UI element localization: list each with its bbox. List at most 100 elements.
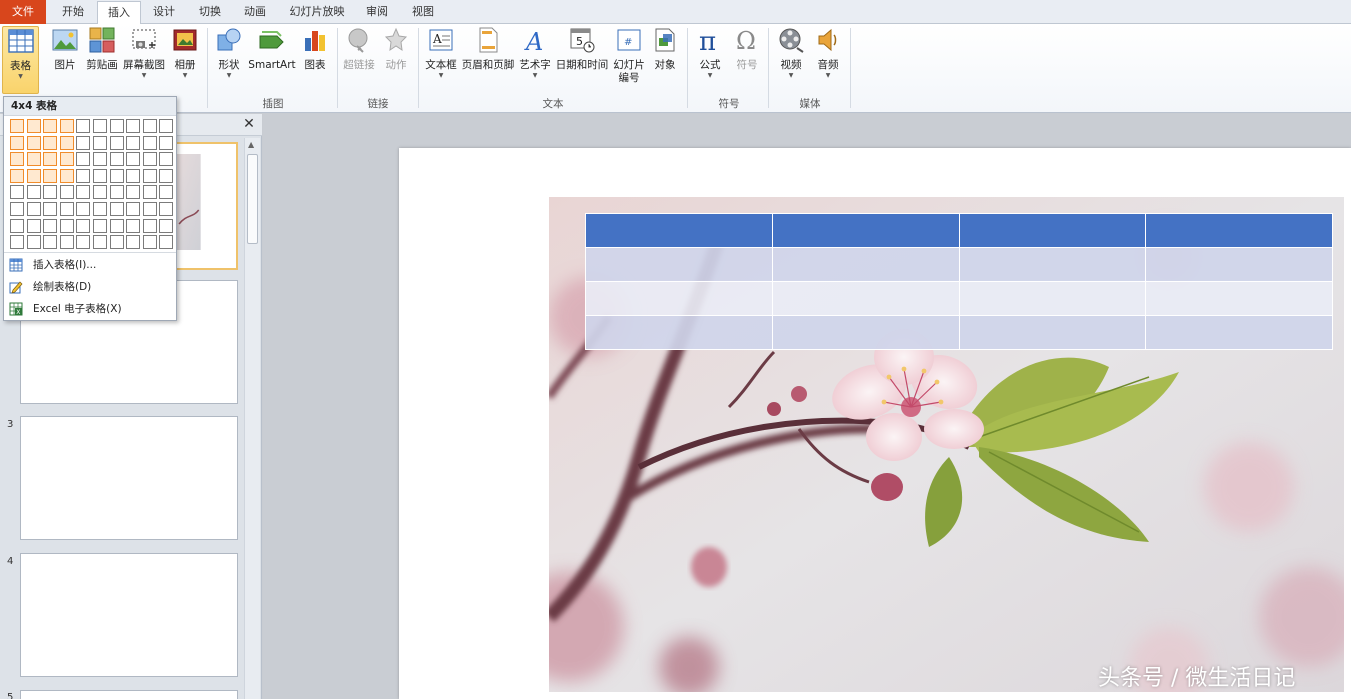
menu-item-insert-table[interactable]: 插入表格(I)... (4, 255, 176, 275)
table-grid-cell[interactable] (59, 202, 74, 216)
table-grid-cell[interactable] (93, 135, 107, 150)
table-grid-cell[interactable] (10, 119, 24, 133)
object-button[interactable]: 对象 (650, 26, 680, 96)
table-grid-cell[interactable] (76, 202, 91, 216)
table-cell[interactable] (585, 315, 773, 350)
table-grid-cell[interactable] (59, 119, 74, 133)
table-grid-cell[interactable] (126, 202, 141, 216)
table-grid-cell[interactable] (10, 152, 24, 167)
table-grid-cell[interactable] (142, 202, 157, 216)
table-cell[interactable] (771, 213, 960, 248)
table-cell[interactable] (1145, 213, 1333, 248)
table-grid-cell[interactable] (59, 168, 74, 183)
slide-number-button[interactable]: # 幻灯片 编号 (611, 26, 647, 96)
table-grid-cell[interactable] (126, 168, 141, 183)
close-icon[interactable]: ✕ (241, 116, 257, 132)
table-grid-cell[interactable] (109, 218, 124, 233)
table-grid-cell[interactable] (26, 218, 41, 233)
table-grid-cell[interactable] (109, 168, 124, 183)
table-cell[interactable] (1145, 281, 1333, 316)
table-grid-cell[interactable] (43, 152, 58, 167)
table-grid-cell[interactable] (159, 202, 174, 216)
table-grid-cell[interactable] (126, 218, 141, 233)
textbox-button[interactable]: A 文本框 ▼ (423, 26, 459, 96)
chart-button[interactable]: 图表 (300, 26, 330, 96)
table-grid-cell[interactable] (126, 135, 141, 150)
table-cell[interactable] (585, 213, 773, 248)
tab-insert[interactable]: 插入 (97, 1, 141, 25)
table-grid-cell[interactable] (159, 135, 174, 150)
table-grid-cell[interactable] (10, 135, 24, 150)
table-grid-cell[interactable] (26, 168, 41, 183)
table-grid-cell[interactable] (10, 235, 24, 250)
table-grid-cell[interactable] (76, 168, 91, 183)
table-grid-cell[interactable] (126, 152, 141, 167)
tab-animations[interactable]: 动画 (233, 1, 277, 24)
symbol-button[interactable]: Ω 符号 (731, 26, 763, 96)
datetime-button[interactable]: 5 日期和时间 (555, 26, 609, 96)
table-grid-cell[interactable] (159, 168, 174, 183)
slide-thumbnail-4[interactable] (20, 553, 238, 677)
table-grid-cell[interactable] (142, 152, 157, 167)
table-cell[interactable] (1145, 315, 1333, 350)
table-grid-cell[interactable] (159, 235, 174, 250)
table-grid-cell[interactable] (76, 185, 91, 200)
table-grid-cell[interactable] (109, 119, 124, 133)
table-cell[interactable] (585, 247, 773, 282)
table-cell[interactable] (771, 281, 960, 316)
table-grid-cell[interactable] (26, 235, 41, 250)
table-grid-cell[interactable] (59, 135, 74, 150)
wordart-button[interactable]: A 艺术字 ▼ (517, 26, 553, 96)
menu-item-draw-table[interactable]: 绘制表格(D) (4, 277, 176, 297)
album-button[interactable]: 相册 ▼ (169, 26, 201, 96)
table-cell[interactable] (1145, 247, 1333, 282)
table-grid-cell[interactable] (159, 152, 174, 167)
slides-scrollbar[interactable]: ▲ (244, 138, 260, 699)
table-grid-cell[interactable] (93, 235, 107, 250)
table-cell[interactable] (958, 213, 1147, 248)
table-grid-cell[interactable] (142, 185, 157, 200)
table-grid-cell[interactable] (76, 119, 91, 133)
menu-item-excel-table[interactable]: X Excel 电子表格(X) (4, 299, 176, 319)
table-grid-cell[interactable] (10, 185, 24, 200)
table-grid-cell[interactable] (10, 202, 24, 216)
table-grid-cell[interactable] (26, 135, 41, 150)
table-grid-cell[interactable] (43, 235, 58, 250)
table-grid-cell[interactable] (142, 135, 157, 150)
table-grid-cell[interactable] (93, 218, 107, 233)
table-grid-cell[interactable] (26, 185, 41, 200)
slide-table[interactable] (585, 213, 1333, 350)
table-grid-cell[interactable] (109, 202, 124, 216)
table-grid-cell[interactable] (142, 168, 157, 183)
table-cell[interactable] (958, 247, 1147, 282)
tab-home[interactable]: 开始 (50, 1, 96, 24)
table-grid-cell[interactable] (142, 218, 157, 233)
table-grid-cell[interactable] (93, 152, 107, 167)
table-grid-cell[interactable] (159, 185, 174, 200)
hyperlink-button[interactable]: 超链接 (342, 26, 376, 96)
table-grid-cell[interactable] (59, 152, 74, 167)
table-grid-cell[interactable] (26, 152, 41, 167)
table-grid-cell[interactable] (159, 218, 174, 233)
table-grid-cell[interactable] (59, 235, 74, 250)
table-grid-cell[interactable] (93, 202, 107, 216)
slide-thumbnail-3[interactable] (20, 416, 238, 540)
table-cell[interactable] (771, 315, 960, 350)
table-grid-cell[interactable] (10, 218, 24, 233)
table-grid-cell[interactable] (43, 119, 58, 133)
tab-slideshow[interactable]: 幻灯片放映 (282, 1, 352, 24)
audio-button[interactable]: 音频 ▼ (812, 26, 844, 96)
table-grid-cell[interactable] (26, 202, 41, 216)
table-grid-cell[interactable] (43, 168, 58, 183)
scroll-thumb[interactable] (247, 154, 258, 244)
tab-file[interactable]: 文件 (0, 0, 46, 24)
table-grid-cell[interactable] (10, 168, 24, 183)
table-grid-cell[interactable] (109, 235, 124, 250)
table-grid-cell[interactable] (59, 218, 74, 233)
table-grid-cell[interactable] (43, 218, 58, 233)
table-grid-cell[interactable] (43, 185, 58, 200)
screenshot-button[interactable]: 屏幕截图 ▼ (121, 26, 167, 96)
table-grid-cell[interactable] (126, 235, 141, 250)
table-grid-cell[interactable] (142, 235, 157, 250)
table-grid-cell[interactable] (109, 135, 124, 150)
